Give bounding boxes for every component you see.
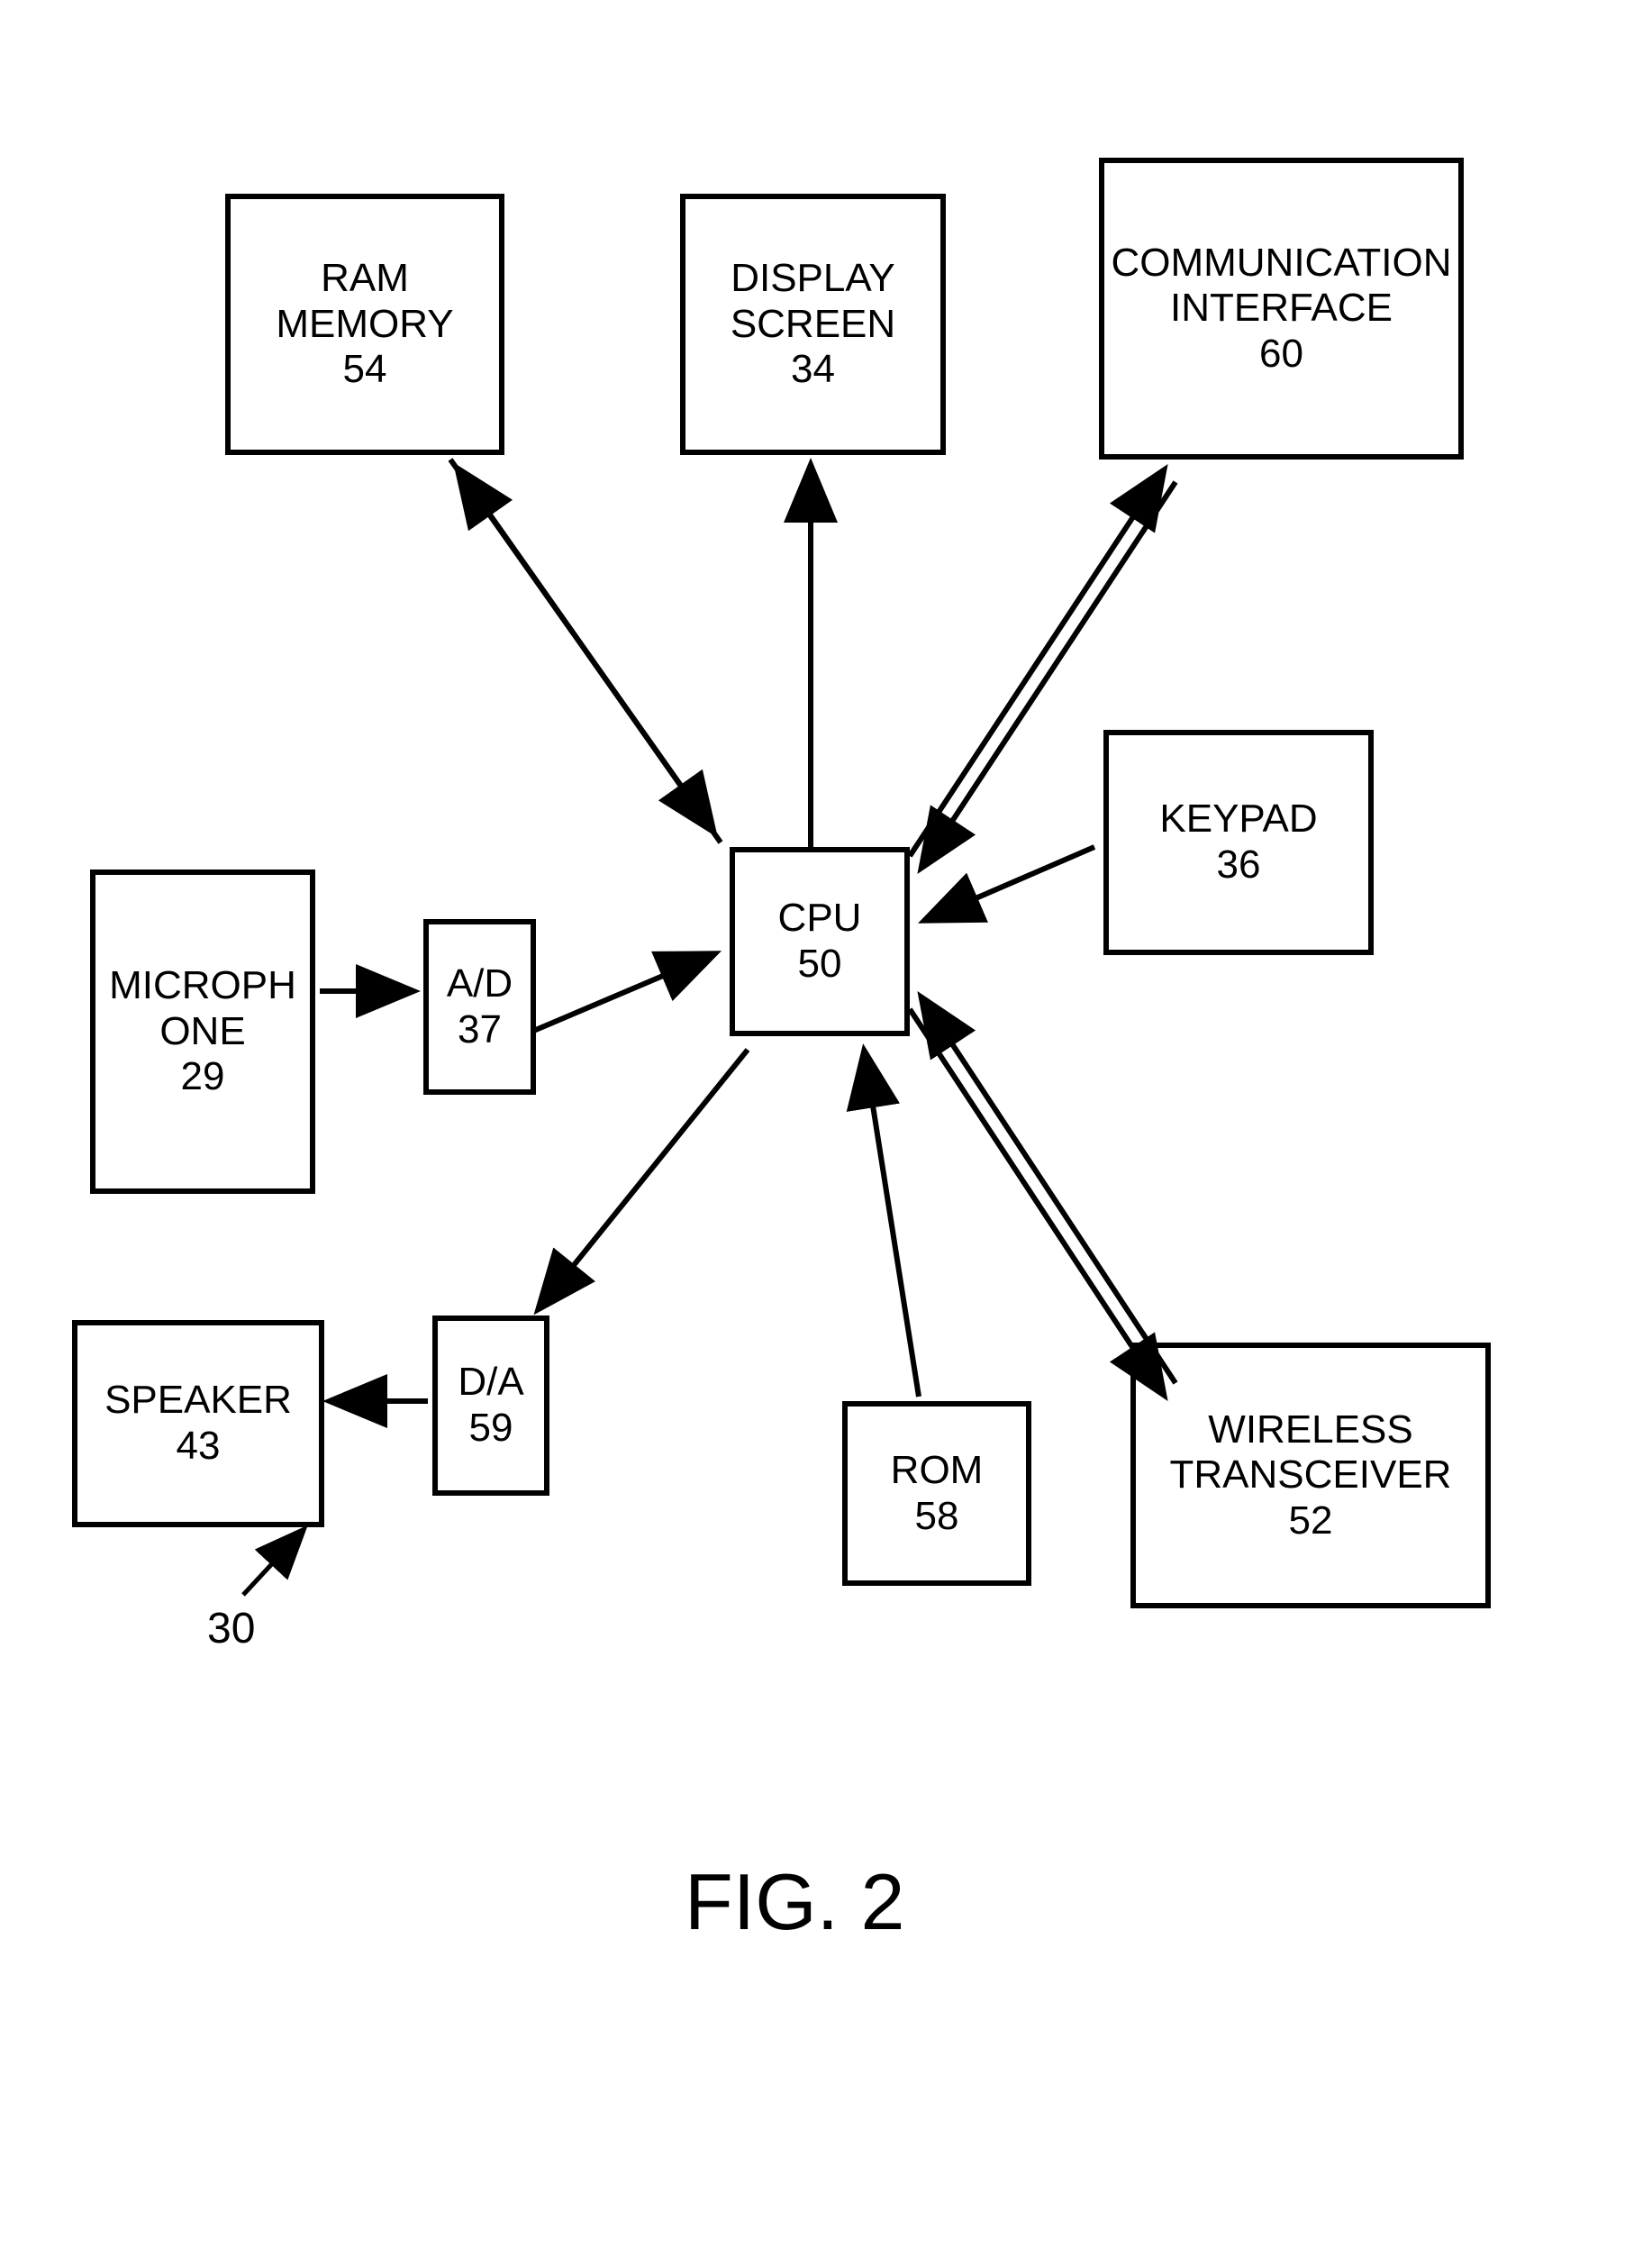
- block-cpu: CPU 50: [730, 847, 910, 1036]
- block-wireless-label: WIRELESS TRANSCEIVER: [1136, 1407, 1485, 1498]
- block-comm: COMMUNICATION INTERFACE 60: [1099, 158, 1464, 460]
- block-display: DISPLAY SCREEN 34: [680, 194, 946, 455]
- block-ad: A/D 37: [423, 919, 536, 1095]
- diagram-canvas: RAM MEMORY 54 DISPLAY SCREEN 34 COMMUNIC…: [0, 0, 1652, 2267]
- block-display-num: 34: [791, 347, 835, 393]
- block-rom-label: ROM: [891, 1448, 984, 1494]
- block-cpu-label: CPU: [778, 896, 862, 942]
- block-speaker-num: 43: [177, 1424, 221, 1470]
- block-ram-label: RAM MEMORY: [231, 256, 499, 347]
- block-comm-label: COMMUNICATION INTERFACE: [1104, 241, 1458, 332]
- block-da: D/A 59: [432, 1316, 549, 1496]
- block-ad-num: 37: [458, 1007, 502, 1053]
- block-speaker-label: SPEAKER: [104, 1378, 292, 1424]
- block-wireless-num: 52: [1289, 1498, 1333, 1544]
- block-ram: RAM MEMORY 54: [225, 194, 504, 455]
- block-da-label: D/A: [458, 1360, 523, 1406]
- block-rom: ROM 58: [842, 1401, 1031, 1586]
- block-keypad-label: KEYPAD: [1159, 797, 1317, 842]
- block-display-label: DISPLAY SCREEN: [685, 256, 940, 347]
- block-rom-num: 58: [915, 1494, 959, 1540]
- block-comm-num: 60: [1259, 332, 1303, 378]
- block-keypad-num: 36: [1217, 842, 1261, 888]
- block-mic-num: 29: [181, 1054, 225, 1100]
- figure-label: FIG. 2: [685, 1856, 905, 1948]
- block-ram-num: 54: [343, 347, 387, 393]
- block-microphone: MICROPHONE 29: [90, 869, 315, 1194]
- block-da-num: 59: [469, 1406, 513, 1452]
- block-keypad: KEYPAD 36: [1103, 730, 1374, 955]
- block-cpu-num: 50: [798, 942, 842, 988]
- block-ad-label: A/D: [447, 961, 513, 1007]
- block-mic-label: MICROPHONE: [95, 963, 310, 1054]
- block-speaker: SPEAKER 43: [72, 1320, 324, 1527]
- block-wireless: WIRELESS TRANSCEIVER 52: [1130, 1343, 1491, 1608]
- ref-pointer-label: 30: [207, 1604, 255, 1653]
